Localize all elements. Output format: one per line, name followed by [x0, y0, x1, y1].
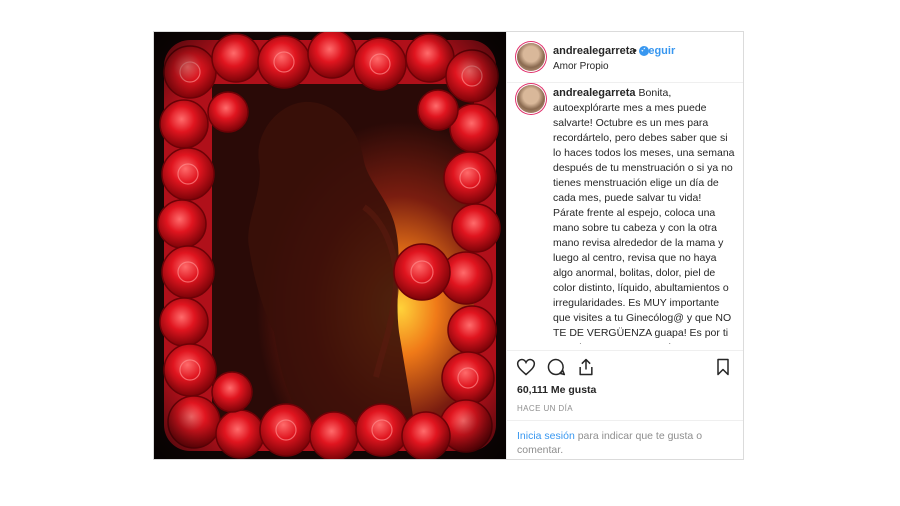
- rose-frame-photo: [154, 32, 506, 459]
- instagram-post: andrealegarreta ✓ • Seguir Amor Propio an…: [153, 31, 744, 460]
- post-time[interactable]: HACE UN DÍA: [517, 404, 573, 413]
- login-prompt: Inicia sesión para indicar que te gusta …: [507, 420, 743, 459]
- heart-icon[interactable]: [516, 357, 536, 377]
- bookmark-icon[interactable]: [713, 357, 733, 377]
- follow-button[interactable]: Seguir: [641, 45, 675, 57]
- comments-area[interactable]: andrealegarreta Bonita, autoexplórarte me…: [507, 82, 743, 344]
- caption: andrealegarreta Bonita, autoexplórarte me…: [553, 86, 735, 344]
- comment-icon[interactable]: [546, 357, 566, 377]
- location-link[interactable]: Amor Propio: [553, 61, 609, 72]
- post-header: andrealegarreta ✓ • Seguir Amor Propio: [507, 32, 743, 83]
- action-bar: [507, 350, 743, 379]
- separator-dot: •: [633, 45, 637, 57]
- avatar[interactable]: [517, 43, 545, 71]
- post-sidebar: andrealegarreta ✓ • Seguir Amor Propio an…: [506, 32, 743, 459]
- login-link[interactable]: Inicia sesión: [517, 430, 575, 442]
- caption-text: Bonita, autoexplórarte mes a mes puede s…: [553, 87, 735, 344]
- caption-username[interactable]: andrealegarreta: [553, 87, 636, 99]
- likes-count[interactable]: 60,111 Me gusta: [517, 384, 596, 396]
- post-image[interactable]: [154, 32, 506, 459]
- share-icon[interactable]: [576, 357, 596, 377]
- caption-avatar[interactable]: [517, 85, 545, 113]
- username-text[interactable]: andrealegarreta: [553, 45, 636, 57]
